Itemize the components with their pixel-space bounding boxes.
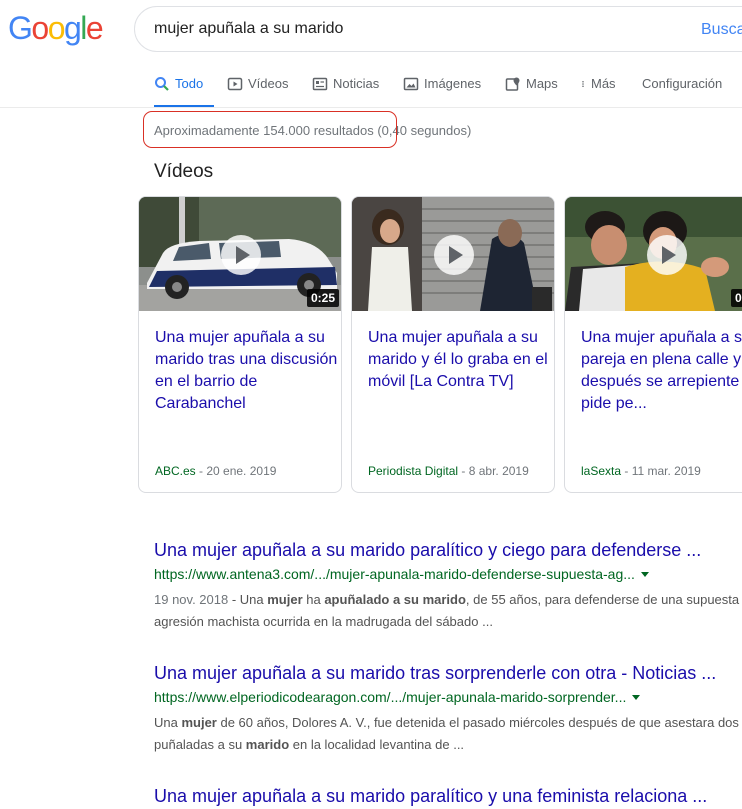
result-title-link[interactable]: Una mujer apuñala a su marido paralítico… [154,785,742,807]
video-meta: laSexta - 11 mar. 2019 [581,463,701,479]
search-input[interactable] [154,7,654,51]
tab-label: Noticias [333,76,380,91]
map-pin-icon [505,77,520,91]
videos-section-title: Vídeos [154,161,214,182]
tab-label: Todo [175,76,204,91]
search-icon [155,77,169,91]
tab-label: Imágenes [424,76,482,91]
news-icon [312,77,328,91]
play-icon [221,235,261,275]
snippet-text: en la localidad levantina de ... [289,737,465,752]
result-url-text: https://www.elperiodicodearagon.com/.../… [154,689,627,705]
snippet-text: - Una [228,592,268,607]
tab-label: Configuración [642,76,723,91]
logo-letter: e [85,10,104,46]
search-result: Una mujer apuñala a su marido paralítico… [154,785,742,807]
logo-letter: o [47,10,66,46]
search-result: Una mujer apuñala a su marido tras sorpr… [154,662,742,756]
logo-letter: o [31,10,49,46]
more-vert-icon [582,81,584,87]
tab-imagenes[interactable]: Imágenes [403,74,481,108]
video-duration: 0 [731,289,742,307]
logo-letter: g [63,10,82,46]
snippet-date: 19 nov. 2018 [154,592,229,607]
chevron-down-icon[interactable] [640,572,649,577]
video-card[interactable]: 0:25 Una mujer apuñala a su marido tras … [138,196,342,493]
logo-letter: G [8,10,33,46]
video-title[interactable]: Una mujer apuñala a su pareja en plena c… [581,327,742,415]
image-icon [403,77,419,91]
video-title[interactable]: Una mujer apuñala a su marido y él lo gr… [368,327,554,393]
highlight-annotation [143,111,397,148]
snippet-highlight: apuñalado a su marido [324,592,466,607]
result-title-link[interactable]: Una mujer apuñala a su marido paralítico… [154,539,742,561]
tab-label: Más [591,76,616,91]
tabs-divider [0,107,742,108]
google-logo[interactable]: Google [8,8,104,48]
search-submit-link[interactable]: Buscar [701,20,742,40]
tab-label: Vídeos [248,76,289,91]
search-result: Una mujer apuñala a su marido paralítico… [154,539,742,633]
snippet-text: Una [154,715,182,730]
result-url[interactable]: https://www.antena3.com/.../mujer-apunal… [154,565,742,583]
video-icon [227,77,243,91]
tab-mas[interactable]: Más [581,74,616,108]
snippet-highlight: marido [245,737,290,752]
video-date: - 11 mar. 2019 [621,464,701,478]
play-icon [647,235,687,275]
tab-label: Maps [526,76,558,91]
chevron-down-icon[interactable] [632,695,641,700]
result-snippet: 19 nov. 2018 - Una mujer ha apuñalado a … [154,589,742,633]
result-title-link[interactable]: Una mujer apuñala a su marido tras sorpr… [154,662,742,684]
snippet-highlight: mujer [267,592,303,607]
video-date: - 20 ene. 2019 [195,464,277,478]
search-tabs: Todo Vídeos Noticias Imágenes Maps Más C… [0,74,742,108]
video-card[interactable]: Una mujer apuñala a su marido y él lo gr… [351,196,555,493]
snippet-text: ha [302,592,325,607]
result-url[interactable]: https://www.elperiodicodearagon.com/.../… [154,688,742,706]
tab-todo[interactable]: Todo [154,74,214,108]
tab-configuracion[interactable]: Configuración [642,74,722,108]
video-thumbnail[interactable]: 0:25 [139,197,341,311]
video-thumbnail[interactable] [352,197,554,311]
search-box: Buscar [134,6,742,52]
result-snippet: Una mujer de 60 años, Dolores A. V., fue… [154,712,742,756]
video-title[interactable]: Una mujer apuñala a su marido tras una d… [155,327,341,415]
tab-videos[interactable]: Vídeos [227,74,288,108]
video-thumbnail[interactable]: 0 [565,197,742,311]
video-date: - 8 abr. 2019 [458,464,529,478]
video-duration: 0:25 [306,289,339,307]
video-source: ABC.es [155,464,196,478]
tab-maps[interactable]: Maps [505,74,558,108]
play-icon [434,235,474,275]
video-source: Periodista Digital [368,464,459,478]
video-meta: Periodista Digital - 8 abr. 2019 [368,463,529,479]
video-card[interactable]: 0 Una mujer apuñala a su pareja en plena… [564,196,742,493]
tab-noticias[interactable]: Noticias [312,74,379,108]
video-meta: ABC.es - 20 ene. 2019 [155,463,276,479]
snippet-highlight: mujer [181,715,217,730]
result-url-text: https://www.antena3.com/.../mujer-apunal… [154,566,635,582]
video-source: laSexta [581,464,622,478]
